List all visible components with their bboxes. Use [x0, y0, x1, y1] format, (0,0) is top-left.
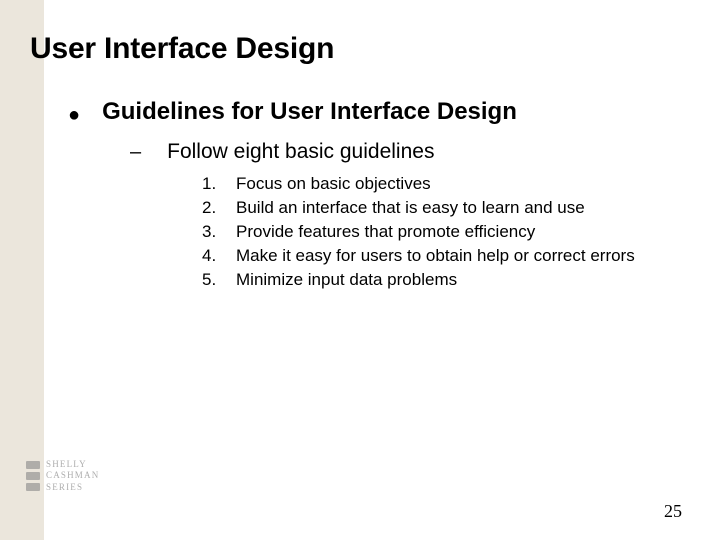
item-text: Build an interface that is easy to learn… — [236, 198, 585, 218]
bullet-marker: ● — [68, 105, 80, 125]
page-number: 25 — [664, 501, 682, 522]
logo-line: SERIES — [46, 482, 99, 493]
dash-text: Follow eight basic guidelines — [167, 140, 434, 164]
item-number: 2. — [202, 198, 236, 218]
item-text: Minimize input data problems — [236, 270, 457, 290]
slide-title: User Interface Design — [30, 32, 700, 66]
bullet-text: Guidelines for User Interface Design — [102, 98, 517, 126]
item-text: Make it easy for users to obtain help or… — [236, 246, 635, 266]
list-item: 3. Provide features that promote efficie… — [202, 222, 700, 242]
list-item: 2. Build an interface that is easy to le… — [202, 198, 700, 218]
list-item: 4. Make it easy for users to obtain help… — [202, 246, 700, 266]
list-item: 1. Focus on basic objectives — [202, 174, 700, 194]
list-item: 5. Minimize input data problems — [202, 270, 700, 290]
item-number: 4. — [202, 246, 236, 266]
item-number: 3. — [202, 222, 236, 242]
publisher-logo: SHELLY CASHMAN SERIES — [26, 450, 122, 502]
numbered-list: 1. Focus on basic objectives 2. Build an… — [202, 174, 700, 290]
item-number: 1. — [202, 174, 236, 194]
bullet-level-2: – Follow eight basic guidelines — [130, 140, 700, 164]
logo-bars-icon — [26, 461, 40, 491]
dash-marker: – — [130, 141, 141, 164]
logo-text: SHELLY CASHMAN SERIES — [46, 459, 99, 493]
item-text: Focus on basic objectives — [236, 174, 431, 194]
item-text: Provide features that promote efficiency — [236, 222, 535, 242]
item-number: 5. — [202, 270, 236, 290]
logo-line: SHELLY — [46, 459, 99, 470]
bullet-level-1: ● Guidelines for User Interface Design — [68, 98, 700, 126]
logo-line: CASHMAN — [46, 470, 99, 481]
slide-content: User Interface Design ● Guidelines for U… — [30, 32, 700, 294]
